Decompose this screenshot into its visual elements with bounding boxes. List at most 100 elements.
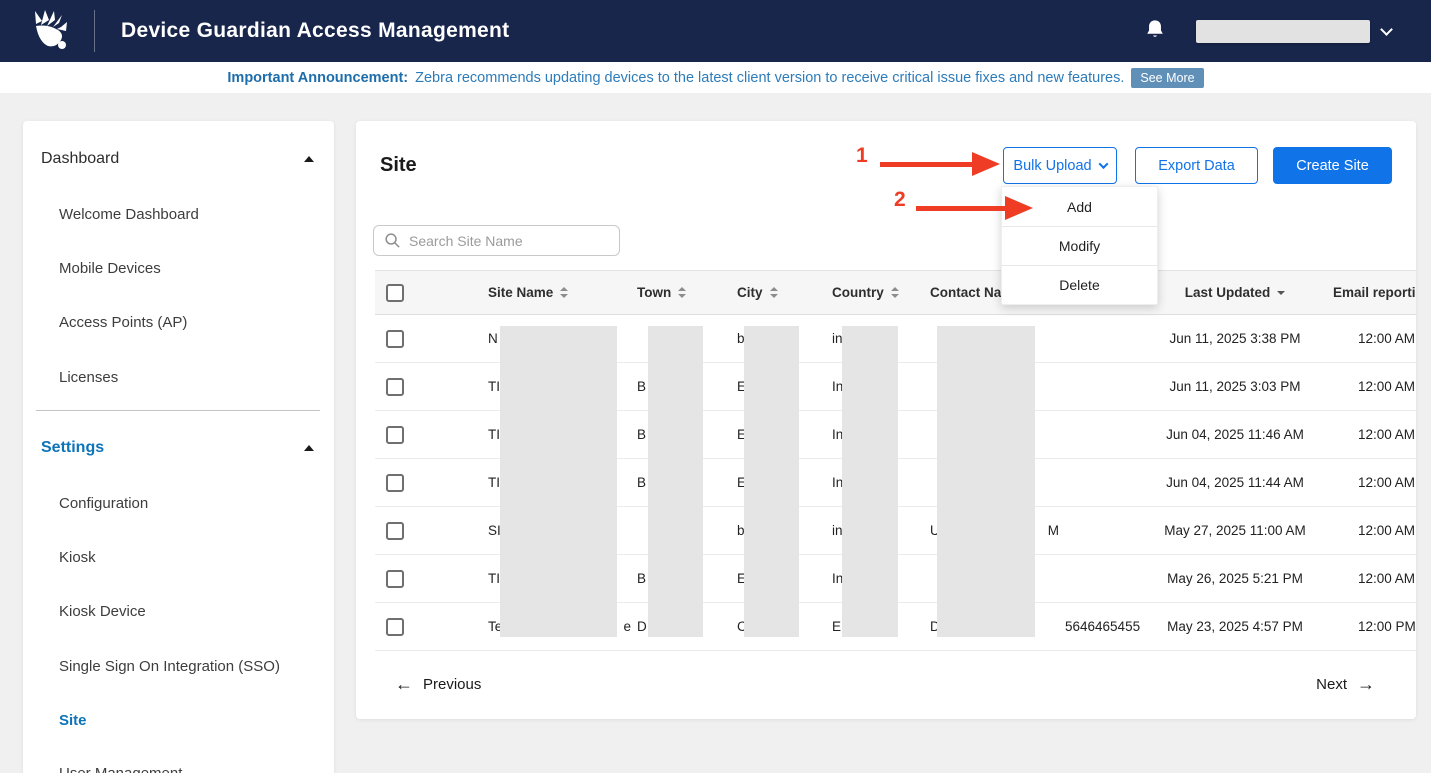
redaction-bar	[648, 326, 703, 637]
annotation-step-1: 1	[856, 144, 868, 168]
menu-item-delete[interactable]: Delete	[1002, 265, 1157, 304]
search-input[interactable]	[409, 233, 609, 249]
sidebar-item-kiosk-device[interactable]: Kiosk Device	[23, 599, 334, 623]
next-page-button[interactable]: Next →	[1316, 669, 1375, 699]
sidebar-item-label: Access Points (AP)	[59, 314, 187, 331]
sort-desc-icon	[1277, 291, 1285, 295]
column-header-site-name[interactable]: Site Name	[488, 285, 637, 300]
email-reporting-cell: 12:00 AM	[1358, 379, 1415, 394]
annotation-step-2: 2	[894, 188, 906, 212]
last-updated-cell: Jun 04, 2025 11:44 AM	[1166, 475, 1304, 490]
next-label: Next	[1316, 676, 1347, 693]
row-checkbox[interactable]	[386, 378, 404, 396]
site-name-cell: TI	[488, 427, 500, 442]
sort-icon	[891, 287, 899, 298]
sidebar-divider	[36, 410, 320, 411]
sidebar-item-label: Kiosk Device	[59, 603, 146, 620]
column-header-town[interactable]: Town	[637, 285, 737, 300]
chevron-down-icon	[1380, 23, 1393, 36]
app-title: Device Guardian Access Management	[121, 19, 509, 43]
export-data-label: Export Data	[1158, 158, 1235, 174]
column-label: Country	[832, 285, 884, 300]
sort-icon	[770, 287, 778, 298]
sidebar-item-label: User Management	[59, 765, 182, 773]
last-updated-cell: May 23, 2025 4:57 PM	[1167, 619, 1303, 634]
email-reporting-cell: 12:00 AM	[1358, 523, 1415, 538]
sidebar-group-dashboard[interactable]: Dashboard	[23, 147, 334, 171]
sidebar-item-label: Mobile Devices	[59, 260, 161, 277]
row-checkbox[interactable]	[386, 570, 404, 588]
email-reporting-cell: 12:00 PM	[1358, 619, 1416, 634]
sidebar-item-welcome-dashboard[interactable]: Welcome Dashboard	[23, 202, 334, 226]
row-checkbox[interactable]	[386, 330, 404, 348]
announcement-bar: Important Announcement: Zebra recommends…	[0, 62, 1431, 93]
export-data-button[interactable]: Export Data	[1135, 147, 1258, 184]
email-reporting-cell: 12:00 AM	[1358, 475, 1415, 490]
site-name-tail: e	[623, 619, 631, 634]
contact-tail: M	[1048, 523, 1059, 538]
sidebar-item-label: Licenses	[59, 369, 118, 386]
search-icon	[384, 232, 401, 249]
redaction-bar	[744, 326, 799, 637]
email-reporting-cell: 12:00 AM	[1358, 427, 1415, 442]
redaction-bar	[937, 326, 1035, 637]
previous-page-button[interactable]: ← Previous	[395, 669, 481, 699]
sidebar-item-configuration[interactable]: Configuration	[23, 491, 334, 515]
row-checkbox[interactable]	[386, 426, 404, 444]
user-account-menu[interactable]	[1196, 20, 1391, 43]
row-checkbox[interactable]	[386, 474, 404, 492]
app: Device Guardian Access Management Import…	[0, 0, 1431, 773]
sidebar: Dashboard Welcome Dashboard Mobile Devic…	[23, 121, 334, 773]
sidebar-group-settings[interactable]: Settings	[23, 436, 334, 460]
annotation-arrow-1-shaft	[880, 162, 972, 167]
see-more-button[interactable]: See More	[1131, 68, 1203, 88]
last-updated-cell: May 27, 2025 11:00 AM	[1164, 523, 1306, 538]
column-label: Email reporting	[1333, 285, 1416, 300]
table-header-row: Site Name Town City Country Contact Name	[375, 270, 1416, 315]
sidebar-item-kiosk[interactable]: Kiosk	[23, 545, 334, 569]
row-checkbox[interactable]	[386, 522, 404, 540]
column-header-city[interactable]: City	[737, 285, 832, 300]
create-site-button[interactable]: Create Site	[1273, 147, 1392, 184]
email-reporting-cell: 12:00 AM	[1358, 331, 1415, 346]
notifications-bell-icon[interactable]	[1144, 18, 1168, 44]
sidebar-item-user-management[interactable]: User Management	[23, 761, 334, 773]
announcement-label: Important Announcement:	[227, 70, 408, 86]
sidebar-group-dashboard-label: Dashboard	[41, 150, 119, 168]
sidebar-item-site[interactable]: Site	[23, 708, 334, 732]
previous-label: Previous	[423, 676, 481, 693]
sidebar-item-label: Site	[59, 712, 87, 729]
town-cell: B	[637, 571, 646, 586]
column-label: City	[737, 285, 763, 300]
column-header-last-updated[interactable]: Last Updated	[1150, 285, 1320, 300]
sidebar-item-mobile-devices[interactable]: Mobile Devices	[23, 256, 334, 280]
bulk-upload-button[interactable]: Bulk Upload	[1003, 147, 1117, 184]
annotation-arrow-2-shaft	[916, 206, 1005, 211]
column-label: Site Name	[488, 285, 553, 300]
site-panel: Site Bulk Upload Export Data Create Site…	[356, 121, 1416, 719]
sidebar-item-licenses[interactable]: Licenses	[23, 365, 334, 389]
site-name-cell: SI	[488, 523, 501, 538]
arrow-left-icon: ←	[395, 675, 413, 693]
site-name-cell: TI	[488, 571, 500, 586]
site-search	[373, 225, 620, 256]
sidebar-item-label: Welcome Dashboard	[59, 206, 199, 223]
caret-up-icon	[304, 445, 314, 451]
bulk-upload-label: Bulk Upload	[1013, 158, 1091, 174]
column-header-country[interactable]: Country	[832, 285, 930, 300]
caret-up-icon	[304, 156, 314, 162]
select-all-checkbox[interactable]	[386, 284, 404, 302]
sidebar-item-sso[interactable]: Single Sign On Integration (SSO)	[23, 654, 334, 678]
sidebar-item-access-points[interactable]: Access Points (AP)	[23, 310, 334, 334]
menu-item-modify[interactable]: Modify	[1002, 226, 1157, 265]
sidebar-item-label: Configuration	[59, 495, 148, 512]
site-name-cell: N	[488, 331, 498, 346]
row-checkbox[interactable]	[386, 618, 404, 636]
sidebar-group-settings-label: Settings	[41, 439, 104, 457]
site-name-cell: TI	[488, 475, 500, 490]
arrow-right-icon: →	[1357, 675, 1375, 693]
chevron-down-icon	[1098, 159, 1108, 169]
header-right	[1144, 0, 1391, 62]
app-header: Device Guardian Access Management	[0, 0, 1431, 62]
column-header-email-reporting: Email reporting	[1320, 285, 1416, 300]
